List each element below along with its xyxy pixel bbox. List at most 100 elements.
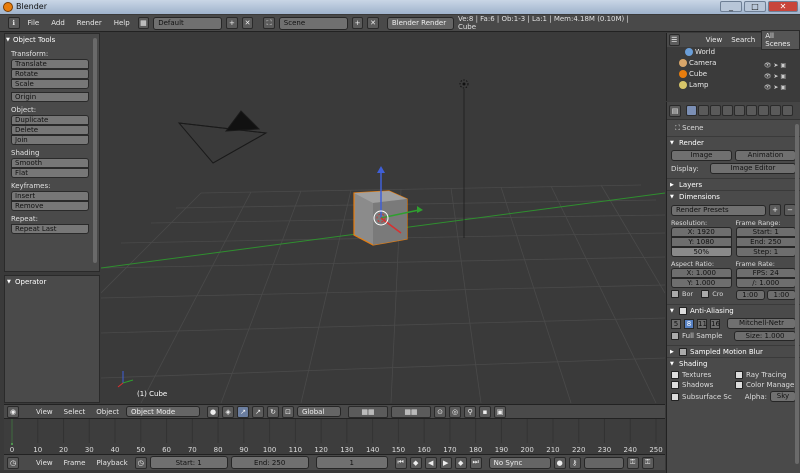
- pivot-icon[interactable]: ◈: [222, 405, 235, 418]
- outliner-item-cube[interactable]: Cube 👁 ➤ ▣: [667, 69, 800, 80]
- timeline[interactable]: 0 10 20 30 40 50 60 70 80 90 100 110 120 130 140 150 160…: [4, 418, 665, 454]
- layers-grid-2-icon[interactable]: ▦▦: [391, 405, 432, 418]
- aspect-x-field[interactable]: X: 1.000: [671, 268, 732, 278]
- join-button[interactable]: Join: [11, 135, 89, 145]
- frame-end-field[interactable]: End: 250: [735, 237, 796, 247]
- rotate-button[interactable]: Rotate: [11, 69, 89, 79]
- lamp-object[interactable]: [459, 79, 469, 238]
- render-panel-header[interactable]: Render: [667, 136, 800, 149]
- resolution-x-field[interactable]: X: 1920: [671, 227, 732, 237]
- end-frame-field[interactable]: End: 250: [230, 456, 309, 469]
- scale-button[interactable]: Scale: [11, 79, 89, 89]
- border-checkbox[interactable]: [671, 290, 679, 298]
- time-new-field[interactable]: 1:00: [766, 290, 796, 300]
- jump-end-icon[interactable]: ⏭: [469, 456, 482, 469]
- editor-type-props-icon[interactable]: ▤: [669, 104, 681, 117]
- snap-icon[interactable]: ⚲: [464, 405, 477, 418]
- start-frame-field[interactable]: Start: 1: [149, 456, 228, 469]
- tl-menu-view[interactable]: View: [32, 455, 57, 471]
- menu-object[interactable]: Object: [92, 405, 123, 419]
- motion-blur-panel-header[interactable]: Sampled Motion Blur: [667, 345, 800, 358]
- rotate-manip-icon[interactable]: ↻: [267, 405, 280, 418]
- render-tab-icon[interactable]: [686, 105, 697, 116]
- add-screen-icon[interactable]: +: [226, 17, 238, 29]
- aspect-y-field[interactable]: Y: 1.000: [671, 278, 732, 288]
- sync-select[interactable]: No Sync: [488, 456, 551, 469]
- cube-object[interactable]: [353, 166, 423, 246]
- alpha-select[interactable]: Sky: [770, 391, 796, 402]
- scene-field[interactable]: Scene: [278, 16, 348, 30]
- aa-samples-5[interactable]: 5: [671, 318, 681, 329]
- aa-samples-8[interactable]: 8: [684, 318, 694, 329]
- timeline-ruler[interactable]: 0 10 20 30 40 50 60 70 80 90 100 110 120 130 140 150 160…: [4, 419, 665, 455]
- motion-blur-checkbox[interactable]: [679, 348, 687, 356]
- outliner-item-camera[interactable]: Camera 👁 ➤ ▣: [667, 58, 800, 69]
- insert-key-icon[interactable]: ⚿: [626, 456, 639, 469]
- flat-button[interactable]: Flat: [11, 168, 89, 178]
- color-manage-checkbox[interactable]: [735, 381, 743, 389]
- render-presets-select[interactable]: Render Presets: [671, 204, 766, 216]
- render-preview-icon[interactable]: ▣: [494, 405, 507, 418]
- next-key-icon[interactable]: ◆: [454, 456, 467, 469]
- maximize-button[interactable]: □: [744, 1, 766, 12]
- close-button[interactable]: ✕: [768, 1, 798, 12]
- frame-step-field[interactable]: Step: 1: [735, 247, 796, 257]
- texture-tab-icon[interactable]: [782, 105, 793, 116]
- smooth-button[interactable]: Smooth: [11, 158, 89, 168]
- snap-target-icon[interactable]: ▪: [479, 405, 492, 418]
- current-frame-field[interactable]: 1: [315, 456, 388, 469]
- record-icon[interactable]: ●: [553, 456, 566, 469]
- render-animation-button[interactable]: Animation: [735, 150, 796, 161]
- keying-set-field[interactable]: [583, 456, 624, 469]
- minimize-button[interactable]: _: [720, 1, 742, 12]
- lock-layers-icon[interactable]: ⊙: [434, 405, 447, 418]
- keying-set-icon[interactable]: ⚷: [568, 456, 581, 469]
- remove-screen-icon[interactable]: ✕: [241, 17, 254, 29]
- layers-panel-header[interactable]: Layers: [667, 178, 800, 191]
- frame-start-field[interactable]: Start: 1: [735, 227, 796, 237]
- camera-object[interactable]: [177, 110, 268, 164]
- world-tab-icon[interactable]: [710, 105, 721, 116]
- outliner-item-lamp[interactable]: Lamp 👁 ➤ ▣: [667, 80, 800, 91]
- translate-manip-icon[interactable]: ↗: [252, 405, 265, 418]
- orientation-select[interactable]: Global: [297, 406, 342, 417]
- outliner-search-menu[interactable]: Search: [728, 35, 758, 45]
- fps-field[interactable]: FPS: 24: [735, 268, 796, 278]
- scene-tab-icon[interactable]: [698, 105, 709, 116]
- editor-type-timeline-icon[interactable]: ◷: [7, 456, 19, 469]
- scene-icon[interactable]: ⛶: [263, 17, 275, 29]
- editor-type-outliner-icon[interactable]: ☰: [669, 34, 680, 46]
- menu-select[interactable]: Select: [60, 405, 90, 419]
- scale-manip-icon[interactable]: ⊡: [282, 405, 295, 418]
- editor-type-3d-icon[interactable]: ◉: [7, 405, 19, 418]
- shadows-checkbox[interactable]: [671, 381, 679, 389]
- constraints-tab-icon[interactable]: [734, 105, 745, 116]
- remove-scene-icon[interactable]: ✕: [367, 17, 379, 29]
- properties-scrollbar[interactable]: [795, 124, 799, 464]
- operator-title[interactable]: Operator: [5, 276, 99, 288]
- textures-checkbox[interactable]: [671, 371, 679, 379]
- aa-size-field[interactable]: Size: 1.000: [734, 331, 796, 341]
- tool-shelf-scrollbar[interactable]: [93, 38, 97, 263]
- menu-view[interactable]: View: [32, 405, 57, 419]
- proportional-edit-icon[interactable]: ◎: [449, 405, 462, 418]
- add-preset-icon[interactable]: +: [769, 204, 781, 216]
- repeat-last-button[interactable]: Repeat Last: [11, 224, 89, 234]
- object-tools-title[interactable]: Object Tools: [5, 34, 99, 46]
- display-select[interactable]: Image Editor: [710, 163, 796, 174]
- outliner-item-world[interactable]: World: [667, 47, 800, 58]
- anti-aliasing-checkbox[interactable]: [679, 307, 687, 315]
- menu-file[interactable]: File: [24, 15, 44, 32]
- origin-button[interactable]: Origin: [11, 92, 89, 102]
- duplicate-button[interactable]: Duplicate: [11, 115, 89, 125]
- add-scene-icon[interactable]: +: [351, 17, 364, 29]
- viewport-shading-icon[interactable]: ●: [207, 405, 220, 418]
- manipulator-toggle-icon[interactable]: ↗: [237, 405, 250, 418]
- resolution-y-field[interactable]: Y: 1080: [671, 237, 732, 247]
- screen-layout-field[interactable]: Default: [153, 16, 223, 30]
- viewport-scene[interactable]: [101, 33, 665, 403]
- ray-tracing-checkbox[interactable]: [735, 371, 743, 379]
- time-old-field[interactable]: 1:00: [735, 290, 765, 300]
- preview-range-icon[interactable]: ◷: [134, 456, 147, 469]
- shading-panel-header[interactable]: Shading: [667, 357, 800, 370]
